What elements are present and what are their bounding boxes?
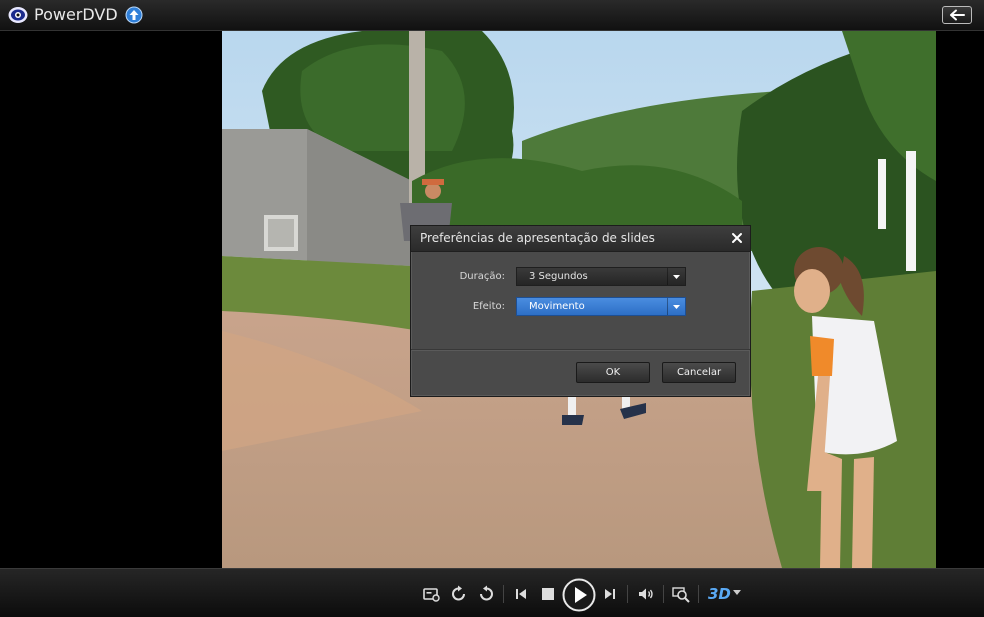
app-title: PowerDVD (34, 5, 118, 24)
effect-value: Movimento (529, 301, 585, 312)
effect-dropdown-arrow[interactable] (667, 298, 685, 315)
rotate-right-icon[interactable] (476, 584, 496, 604)
chevron-down-icon (733, 590, 741, 595)
control-separator (503, 585, 504, 603)
stop-icon[interactable] (538, 584, 558, 604)
cancel-button[interactable]: Cancelar (662, 362, 736, 383)
slideshow-settings-icon[interactable] (421, 584, 441, 604)
media-viewport: Preferências de apresentação de slides D… (0, 31, 984, 568)
next-icon[interactable] (600, 584, 620, 604)
effect-label: Efeito: (472, 301, 505, 312)
slideshow-preferences-dialog: Preferências de apresentação de slides D… (410, 225, 751, 397)
3d-icon: 3D (708, 585, 731, 603)
back-button[interactable] (942, 6, 972, 24)
powerdvd-logo-icon (8, 7, 28, 23)
duration-dropdown-arrow[interactable] (667, 268, 685, 285)
play-icon[interactable] (562, 578, 596, 612)
dialog-header: Preferências de apresentação de slides (411, 226, 750, 252)
duration-label: Duração: (459, 271, 505, 282)
playback-control-bar: 3D (0, 568, 984, 617)
control-separator (627, 585, 628, 603)
upgrade-icon[interactable] (125, 6, 143, 24)
zoom-icon[interactable] (671, 584, 691, 604)
dialog-title: Preferências de apresentação de slides (420, 231, 655, 245)
previous-icon[interactable] (511, 584, 531, 604)
duration-value: 3 Segundos (529, 271, 588, 282)
duration-select[interactable]: 3 Segundos (516, 267, 686, 286)
dialog-divider (411, 349, 750, 351)
control-separator (698, 585, 699, 603)
3d-mode-button[interactable]: 3D (706, 583, 742, 605)
title-bar: PowerDVD (0, 0, 984, 31)
chevron-down-icon (673, 275, 680, 279)
ok-button[interactable]: OK (576, 362, 650, 383)
back-arrow-icon (950, 9, 965, 21)
control-separator (663, 585, 664, 603)
rotate-left-icon[interactable] (449, 584, 469, 604)
volume-icon[interactable] (636, 584, 656, 604)
chevron-down-icon (673, 305, 680, 309)
close-icon[interactable] (730, 231, 744, 245)
effect-select[interactable]: Movimento (516, 297, 686, 316)
